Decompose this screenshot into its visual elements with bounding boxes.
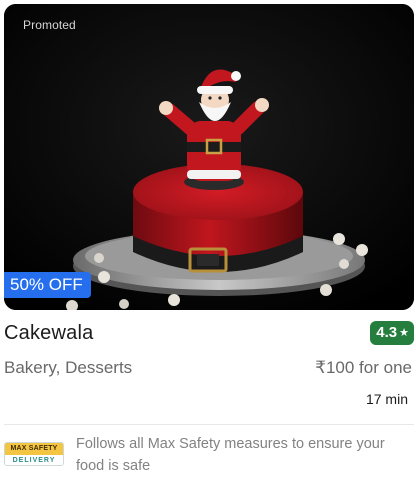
star-icon: ★ — [399, 327, 409, 339]
title-row: Cakewala 4.3 ★ — [4, 321, 414, 349]
safety-logo-bottom: DELIVERY — [5, 455, 63, 465]
details-row: Bakery, Desserts ₹100 for one — [4, 357, 414, 379]
rating-value: 4.3 — [376, 324, 398, 341]
rating-badge: 4.3 ★ — [370, 321, 414, 345]
promoted-label: Promoted — [23, 18, 76, 32]
restaurant-card[interactable]: Promoted 50% OFF Cakewala 4.3 ★ Bakery, … — [0, 0, 416, 477]
restaurant-name[interactable]: Cakewala — [4, 322, 93, 345]
safety-text: Follows all Max Safety measures to ensur… — [76, 436, 385, 474]
delivery-time: 17 min — [365, 391, 408, 407]
cuisines-label: Bakery, Desserts — [4, 358, 133, 377]
price-for-one: ₹100 for one — [315, 358, 412, 377]
max-safety-logo: MAX SAFETY DELIVERY — [4, 442, 64, 466]
safety-row: MAX SAFETY DELIVERY Follows all Max Safe… — [4, 433, 414, 474]
cake-photo — [4, 4, 414, 310]
safety-logo-top: MAX SAFETY — [5, 443, 63, 455]
offer-badge: 50% OFF — [4, 272, 91, 298]
divider — [4, 424, 414, 425]
restaurant-image[interactable]: Promoted — [4, 4, 414, 310]
